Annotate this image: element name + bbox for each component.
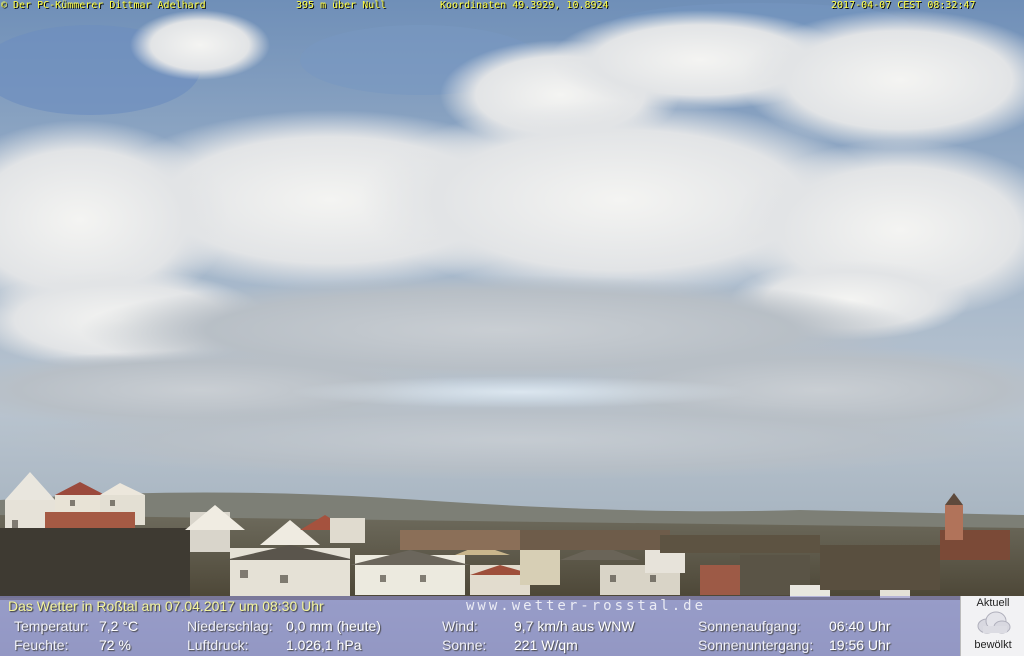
sunrise-label: Sonnenaufgang:: [698, 618, 801, 634]
humidity-value: 72 %: [99, 637, 131, 653]
sun-label: Sonne:: [442, 637, 487, 653]
temperature-label: Temperatur:: [14, 618, 89, 634]
wind-value: 9,7 km/h aus WNW: [514, 618, 635, 634]
pressure-value: 1.026,1 hPa: [286, 637, 362, 653]
overlay-header: © Der PC-Kümmerer Dittmar Adelhard 395 m…: [0, 0, 1024, 11]
cloud-icon: [977, 611, 1011, 634]
operator-credit: © Der PC-Kümmerer Dittmar Adelhard: [1, 0, 206, 11]
weather-title: Das Wetter in Roßtal am 07.04.2017 um 08…: [8, 598, 324, 614]
timestamp-label: 2017-04-07 CEST 08:32:47: [831, 0, 976, 11]
current-condition: bewölkt: [974, 639, 1012, 651]
sunset-value: 19:56 Uhr: [829, 637, 891, 653]
sun-value: 221 W/qm: [514, 637, 578, 653]
pressure-label: Luftdruck:: [187, 637, 249, 653]
webcam-photo: [0, 0, 1024, 656]
temperature-value: 7,2 °C: [99, 618, 139, 634]
precip-value: 0,0 mm (heute): [286, 618, 381, 634]
precip-label: Niederschlag:: [187, 618, 273, 634]
humidity-label: Feuchte:: [14, 637, 69, 653]
current-heading: Aktuell: [976, 597, 1010, 609]
sunrise-value: 06:40 Uhr: [829, 618, 891, 634]
wind-label: Wind:: [442, 618, 478, 634]
website-label: www.wetter-rosstal.de: [466, 598, 707, 614]
current-condition-box: Aktuell bewölkt: [960, 596, 1024, 656]
coordinates-label: Koordinaten 49.3929, 10.8924: [440, 0, 609, 11]
sunset-label: Sonnenuntergang:: [698, 637, 814, 653]
altitude-label: 395 m über Null: [296, 0, 387, 11]
